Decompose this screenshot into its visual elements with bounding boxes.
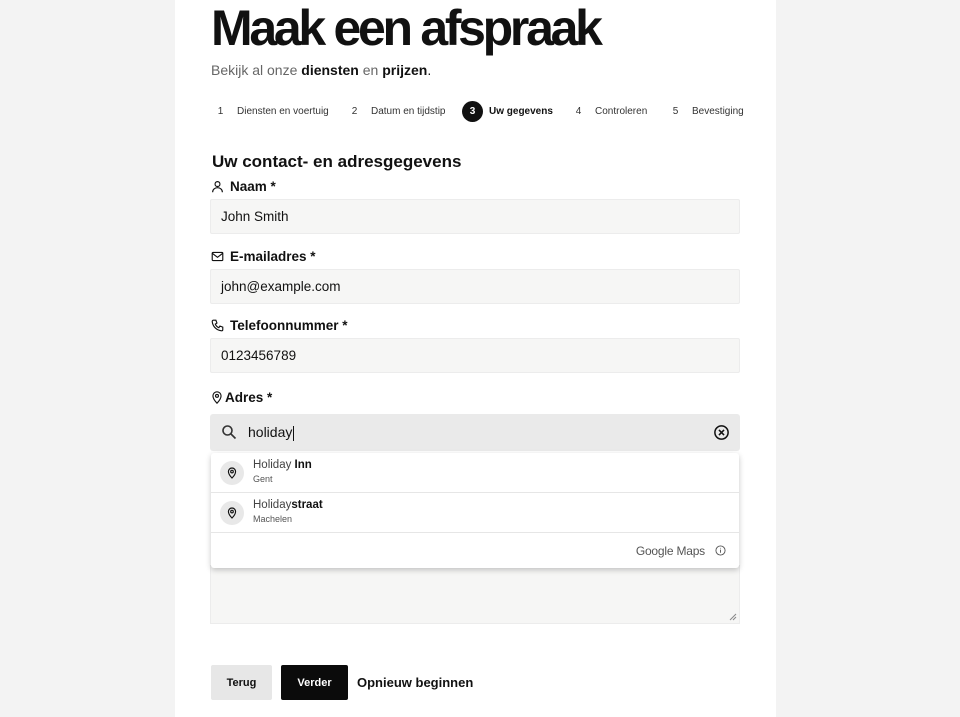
- step-3[interactable]: 3 Uw gegevens: [462, 101, 553, 122]
- email-label-text: E-mailadres *: [230, 249, 316, 264]
- subtitle-middle: en: [362, 62, 379, 78]
- phone-label: Telefoonnummer *: [211, 318, 348, 333]
- map-pin-icon: [212, 391, 222, 404]
- suggestion-secondary: Gent: [253, 474, 273, 484]
- address-search-input[interactable]: holiday: [210, 414, 740, 451]
- user-icon: [212, 181, 223, 193]
- name-field[interactable]: John Smith: [210, 199, 740, 234]
- email-field[interactable]: john@example.com: [210, 269, 740, 304]
- email-label: E-mailadres *: [211, 249, 316, 264]
- suggestion-main: Holiday Inn: [253, 459, 312, 471]
- page-title: Maak een afspraak: [211, 0, 603, 56]
- address-search-value: holiday: [248, 424, 295, 441]
- info-icon[interactable]: [715, 545, 726, 556]
- section-title: Uw contact- en adresgegevens: [212, 152, 462, 171]
- step-label: Bevestiging: [692, 106, 744, 117]
- search-icon: [222, 425, 237, 440]
- address-label-text: Adres *: [225, 390, 273, 405]
- suggestion-secondary: Machelen: [253, 514, 293, 524]
- step-4[interactable]: 4 Controleren: [568, 101, 648, 122]
- phone-icon: [211, 319, 224, 332]
- page-subtitle: Bekijk al onze diensten en prijzen.: [211, 62, 431, 78]
- subtitle-prefix: Bekijk al onze: [211, 62, 298, 78]
- step-label: Datum en tijdstip: [371, 106, 446, 117]
- step-2[interactable]: 2 Datum en tijdstip: [344, 101, 446, 122]
- google-maps-attribution: Google Maps: [635, 544, 705, 558]
- phone-label-text: Telefoonnummer *: [230, 318, 348, 333]
- step-label: Controleren: [595, 106, 648, 117]
- pin-icon: [220, 461, 244, 485]
- clear-icon[interactable]: [713, 424, 730, 441]
- restart-link[interactable]: Opnieuw beginnen: [357, 675, 473, 690]
- subtitle-suffix: .: [427, 62, 432, 78]
- notes-textarea[interactable]: [210, 565, 740, 624]
- suggestion-item[interactable]: Holidaystraat Machelen: [211, 493, 739, 533]
- step-label: Diensten en voertuig: [237, 106, 329, 117]
- step-number: 5: [672, 106, 679, 117]
- step-1[interactable]: 1 Diensten en voertuig: [210, 101, 329, 122]
- next-button[interactable]: Verder: [281, 665, 348, 700]
- address-label: Adres *: [211, 390, 272, 405]
- step-number: 3: [462, 101, 483, 122]
- suggestion-main: Holidaystraat: [253, 499, 323, 511]
- step-number: 1: [217, 106, 224, 117]
- mail-icon: [211, 251, 224, 262]
- name-label-text: Naam *: [230, 179, 276, 194]
- phone-field[interactable]: 0123456789: [210, 338, 740, 373]
- prices-link[interactable]: prijzen: [382, 62, 427, 78]
- suggestion-item[interactable]: Holiday Inn Gent: [211, 453, 739, 493]
- pin-icon: [220, 501, 244, 525]
- step-number: 2: [351, 106, 358, 117]
- step-number: 4: [575, 106, 582, 117]
- name-label: Naam *: [211, 179, 276, 194]
- step-5[interactable]: 5 Bevestiging: [665, 101, 744, 122]
- address-suggestions: Holiday Inn Gent Holidaystraat Machelen …: [211, 453, 739, 568]
- services-link[interactable]: diensten: [301, 62, 359, 78]
- step-label: Uw gegevens: [489, 106, 553, 117]
- back-button[interactable]: Terug: [211, 665, 272, 700]
- resize-grip-icon[interactable]: [729, 613, 737, 621]
